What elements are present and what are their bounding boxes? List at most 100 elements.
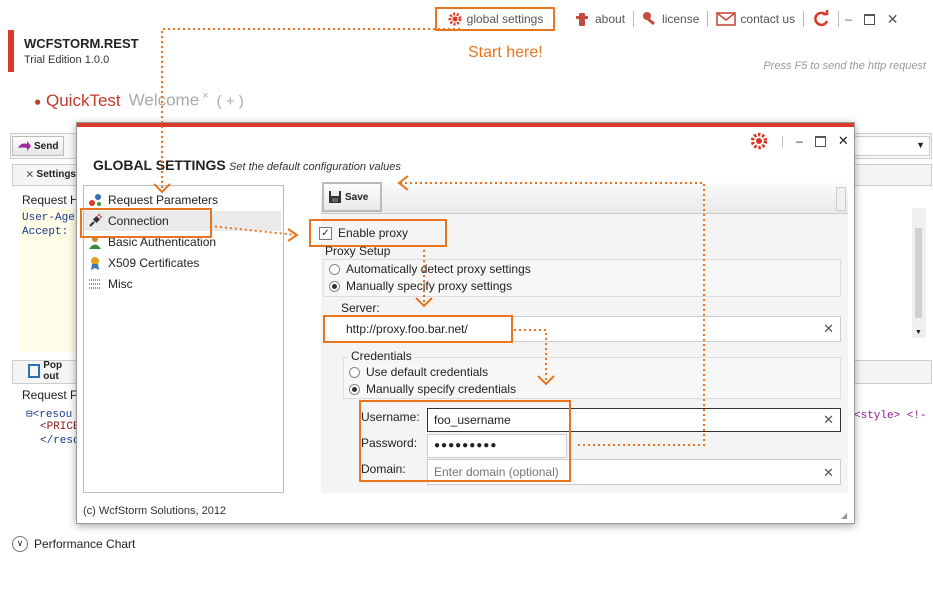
start-here-annotation: Start here! xyxy=(468,44,543,61)
contact-us-link[interactable]: contact us xyxy=(708,7,803,31)
misc-grid-icon xyxy=(89,279,101,289)
manual-credentials-option[interactable]: Manually specify credentials xyxy=(349,382,516,396)
save-button[interactable]: Save xyxy=(322,182,382,212)
app-edition: Trial Edition 1.0.0 xyxy=(24,54,110,66)
auto-detect-radio[interactable] xyxy=(329,263,340,275)
dialog-footer: (c) WcfStorm Solutions, 2012 xyxy=(83,505,227,517)
dialog-subtitle: Set the default configuration values xyxy=(229,161,401,173)
popout-icon xyxy=(28,364,41,378)
dialog-maximize-icon[interactable] xyxy=(814,135,826,147)
right-scrollbar[interactable]: ▼ xyxy=(912,208,926,338)
app-title: WCFSTORM.REST xyxy=(24,36,139,51)
close-icon: ✕ xyxy=(886,10,899,27)
dialog-minimize-icon[interactable]: – xyxy=(796,134,803,148)
nav-x509-certificates-label: X509 Certificates xyxy=(108,256,200,270)
maximize-button[interactable] xyxy=(858,7,881,31)
about-link[interactable]: about xyxy=(565,7,633,31)
dialog-close-icon[interactable]: ✕ xyxy=(838,133,849,149)
send-arrow-icon xyxy=(18,141,31,151)
tab-welcome[interactable]: Welcome × xyxy=(129,90,209,111)
license-label: license xyxy=(662,12,700,26)
save-label: Save xyxy=(345,191,369,203)
auto-detect-option[interactable]: Automatically detect proxy settings xyxy=(329,262,531,276)
popout-button[interactable]: Pop out xyxy=(24,360,78,382)
nav-misc[interactable]: Misc xyxy=(88,274,133,294)
scrollbar-thumb[interactable] xyxy=(915,228,922,318)
header-line-2: Accept: xyxy=(22,226,69,238)
floppy-disk-icon xyxy=(329,191,341,203)
contact-us-label: contact us xyxy=(740,12,796,26)
send-label: Send xyxy=(34,140,59,152)
refresh-button[interactable] xyxy=(804,7,838,31)
dialog-window-controls: | – ✕ xyxy=(749,131,849,151)
tab-close-icon[interactable]: × xyxy=(199,90,208,102)
nav-x509-certificates[interactable]: X509 Certificates xyxy=(88,253,199,273)
enable-proxy-label: Enable proxy xyxy=(338,226,409,240)
nav-misc-label: Misc xyxy=(108,277,133,291)
active-dot-icon: ● xyxy=(34,94,42,109)
close-button[interactable]: ✕ xyxy=(881,7,905,31)
brand-bar xyxy=(8,30,14,72)
resize-grip-icon[interactable]: ◢ xyxy=(841,511,847,520)
server-clear-icon[interactable]: ✕ xyxy=(823,321,834,337)
license-link[interactable]: license xyxy=(634,7,707,31)
gear-icon xyxy=(448,12,462,26)
tab-strip: ● QuickTest Welcome × ( + ) xyxy=(34,90,244,111)
default-credentials-label: Use default credentials xyxy=(366,365,489,379)
connection-highlight xyxy=(80,208,212,238)
manual-proxy-label: Manually specify proxy settings xyxy=(346,279,513,293)
enable-proxy-checkbox[interactable]: ✓ xyxy=(319,226,332,240)
toolbar-scroll-handle[interactable] xyxy=(836,187,846,211)
nav-request-parameters[interactable]: Request Parameters xyxy=(88,190,218,210)
minimize-icon: – xyxy=(845,12,852,26)
about-icon xyxy=(576,13,588,26)
dialog-separator: | xyxy=(781,134,785,148)
manual-credentials-label: Manually specify credentials xyxy=(366,382,517,396)
settings-label: Settings xyxy=(36,168,76,180)
style-snippet: <style> <!- xyxy=(854,410,927,422)
refresh-icon xyxy=(814,10,829,27)
xml-line-2: <PRICE xyxy=(40,421,80,433)
xml-line-3: </reso xyxy=(40,435,80,447)
manual-proxy-radio[interactable] xyxy=(329,280,340,292)
credentials-label: Credentials xyxy=(349,349,414,363)
header-line-1: User-Age xyxy=(22,212,75,224)
dialog-accent-bar xyxy=(77,123,854,127)
enable-proxy-row[interactable]: ✓ Enable proxy xyxy=(309,219,447,247)
credentials-fields-highlight xyxy=(359,400,571,482)
manual-credentials-radio[interactable] xyxy=(349,383,360,395)
gear-icon[interactable] xyxy=(749,131,769,151)
global-settings-label: global settings xyxy=(466,12,544,26)
performance-chart-toggle[interactable]: ∨ Performance Chart xyxy=(12,536,135,552)
f5-hint: Press F5 to send the http request xyxy=(763,60,926,72)
global-settings-link[interactable]: global settings xyxy=(435,7,555,31)
manual-proxy-option[interactable]: Manually specify proxy settings xyxy=(329,279,512,293)
default-credentials-option[interactable]: Use default credentials xyxy=(349,365,488,379)
scroll-down-icon[interactable]: ▼ xyxy=(915,329,922,336)
popout-label: Pop out xyxy=(43,360,63,382)
request-params-label: Request P xyxy=(22,388,79,402)
tree-expander-icon[interactable]: ⊟ xyxy=(26,409,33,421)
username-clear-icon[interactable]: ✕ xyxy=(823,412,834,428)
about-label: about xyxy=(595,12,626,26)
tab-quicktest-label: QuickTest xyxy=(45,90,121,110)
dialog-title: GLOBAL SETTINGS xyxy=(93,157,226,173)
server-label: Server: xyxy=(341,301,380,315)
settings-button[interactable]: Settings xyxy=(22,165,80,183)
top-menu: global settings about license contact us… xyxy=(435,6,905,32)
request-headers-label: Request H xyxy=(22,193,79,207)
tab-add[interactable]: ( + ) xyxy=(217,93,244,110)
global-settings-dialog: | – ✕ GLOBAL SETTINGS Set the default co… xyxy=(76,122,855,524)
xml-line-1-text: <resou xyxy=(32,409,73,421)
url-dropdown[interactable]: ▼ xyxy=(850,136,930,156)
xml-line-1: ⊟<resou xyxy=(26,407,72,421)
send-button[interactable]: Send xyxy=(12,136,64,156)
minimize-button[interactable]: – xyxy=(839,7,858,31)
domain-clear-icon[interactable]: ✕ xyxy=(823,465,834,481)
default-credentials-radio[interactable] xyxy=(349,366,360,378)
proxy-setup-label: Proxy Setup xyxy=(325,244,391,258)
nav-request-parameters-label: Request Parameters xyxy=(108,193,219,207)
tab-quicktest[interactable]: ● QuickTest xyxy=(34,91,121,111)
tools-icon xyxy=(26,170,33,178)
tab-welcome-label: Welcome xyxy=(128,90,200,110)
